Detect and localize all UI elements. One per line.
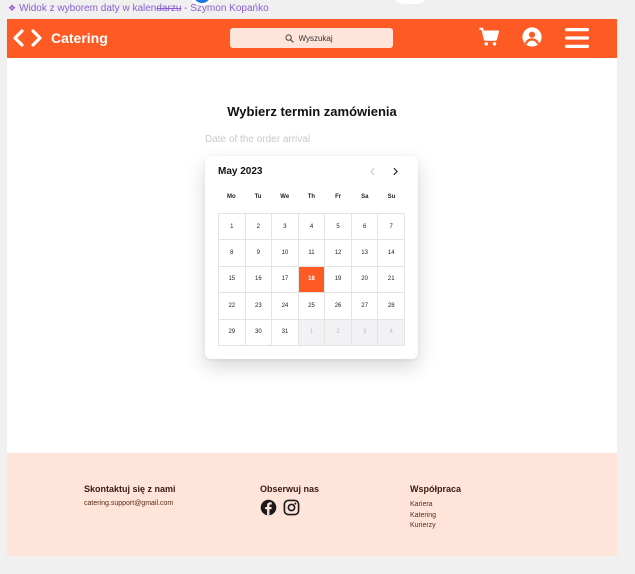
search-icon — [284, 33, 294, 43]
calendar-day[interactable]: 17 — [272, 266, 299, 294]
calendar-day[interactable]: 21 — [378, 266, 405, 294]
history-nav — [11, 28, 44, 48]
calendar-day-other-month[interactable]: 1 — [298, 319, 326, 346]
footer-link-couriers[interactable]: Kurierzy — [410, 521, 461, 532]
menu-icon[interactable] — [564, 25, 590, 56]
weekday-label: We — [280, 194, 290, 200]
user-icon[interactable] — [521, 26, 543, 53]
calendar-day[interactable]: 4 — [298, 214, 326, 241]
calendar-day[interactable]: 6 — [351, 214, 379, 241]
footer-link-career[interactable]: Kariera — [410, 500, 461, 511]
weekday-label: Th — [307, 194, 316, 200]
brand-logo-text[interactable]: Catering — [51, 30, 108, 46]
canvas-fragment — [392, 0, 428, 4]
calendar-day[interactable]: 26 — [325, 293, 352, 320]
weekday-label: Mo — [227, 194, 236, 200]
calendar-day[interactable]: 5 — [325, 214, 352, 241]
calendar-day-other-month[interactable]: 4 — [378, 319, 405, 346]
search-input[interactable] — [298, 33, 339, 43]
calendar-day[interactable]: 7 — [378, 214, 405, 241]
calendar-day[interactable]: 28 — [378, 293, 405, 320]
calendar-day[interactable]: 2 — [245, 214, 273, 241]
facebook-icon[interactable] — [260, 499, 277, 516]
instagram-icon[interactable] — [283, 499, 300, 516]
footer-follow: Obserwuj nas — [260, 484, 319, 516]
chevron-right-icon[interactable] — [391, 167, 400, 176]
cart-icon[interactable] — [478, 26, 500, 53]
weekday-label: Sa — [361, 194, 369, 200]
calendar-day[interactable]: 9 — [245, 240, 273, 267]
calendar-day[interactable]: 31 — [272, 319, 299, 346]
contact-email[interactable]: catering.support@gmail.com — [84, 500, 176, 507]
calendar-day-grid: 1 2 3 4 5 6 7 8 9 10 11 12 13 14 15 16 17 18 19 20 21 22 23 24 2… — [218, 213, 405, 346]
calendar-day-selected[interactable]: 18 — [298, 266, 326, 294]
weekday-header: Mo Tu We Th Fr Sa Su — [218, 194, 405, 200]
calendar-day[interactable]: 1 — [219, 214, 246, 241]
calendar-day[interactable]: 12 — [325, 240, 352, 267]
calendar-day[interactable]: 22 — [219, 293, 246, 320]
footer-cooperation: Współpraca Kariera Katering Kurierzy — [410, 484, 461, 532]
cooperation-heading: Współpraca — [410, 484, 462, 494]
weekday-label: Tu — [254, 194, 262, 200]
calendar-day-other-month[interactable]: 2 — [325, 319, 352, 346]
follow-heading: Obserwuj nas — [260, 484, 320, 494]
social-links — [260, 499, 319, 516]
contact-heading: Skontaktuj się z nami — [84, 484, 176, 494]
calendar-day[interactable]: 29 — [219, 319, 246, 346]
forward-arrow-icon[interactable] — [29, 28, 44, 48]
calendar-day[interactable]: 13 — [351, 240, 379, 267]
footer-contact: Skontaktuj się z nami catering.support@g… — [84, 484, 176, 507]
back-arrow-icon[interactable] — [11, 28, 26, 48]
calendar-day[interactable]: 23 — [245, 293, 273, 320]
calendar-day[interactable]: 30 — [245, 319, 273, 346]
calendar-popup: May 2023 Mo Tu We Th Fr Sa Su 1 2 3 4 5 6 7 8 9 10 11 12 1… — [205, 156, 418, 359]
calendar-day[interactable]: 3 — [272, 214, 299, 241]
component-icon: ❖ — [8, 3, 17, 13]
calendar-day[interactable]: 16 — [245, 266, 273, 294]
calendar-day[interactable]: 27 — [351, 293, 379, 320]
search-bar[interactable] — [230, 28, 393, 48]
footer-link-catering[interactable]: Katering — [410, 511, 461, 522]
calendar-day[interactable]: 24 — [272, 293, 299, 320]
calendar-day[interactable]: 10 — [272, 240, 299, 267]
page-frame: Catering Wybierz termin zamówienia May 2… — [7, 19, 617, 556]
footer: Skontaktuj się z nami catering.support@g… — [7, 453, 617, 556]
chevron-left-icon[interactable] — [368, 167, 377, 176]
calendar-day[interactable]: 15 — [219, 266, 246, 294]
navbar: Catering — [7, 19, 617, 58]
calendar-day[interactable]: 14 — [378, 240, 405, 267]
frame-label-text: Widok z wyborem daty w kalendarzu - Szym… — [19, 3, 269, 14]
calendar-day[interactable]: 11 — [298, 240, 326, 267]
calendar-day[interactable]: 8 — [219, 240, 246, 267]
weekday-label: Su — [387, 194, 396, 200]
page-title: Wybierz termin zamówienia — [227, 104, 397, 119]
calendar-day-other-month[interactable]: 3 — [351, 319, 379, 346]
weekday-label: Fr — [335, 194, 342, 200]
calendar-month-label: May 2023 — [218, 166, 263, 177]
calendar-day[interactable]: 20 — [351, 266, 379, 294]
calendar-day[interactable]: 19 — [325, 266, 352, 294]
frame-label: ❖ Widok z wyborem daty w kalendarzu - Sz… — [8, 3, 269, 14]
calendar-day[interactable]: 25 — [298, 293, 326, 320]
order-date-field[interactable] — [205, 134, 405, 145]
